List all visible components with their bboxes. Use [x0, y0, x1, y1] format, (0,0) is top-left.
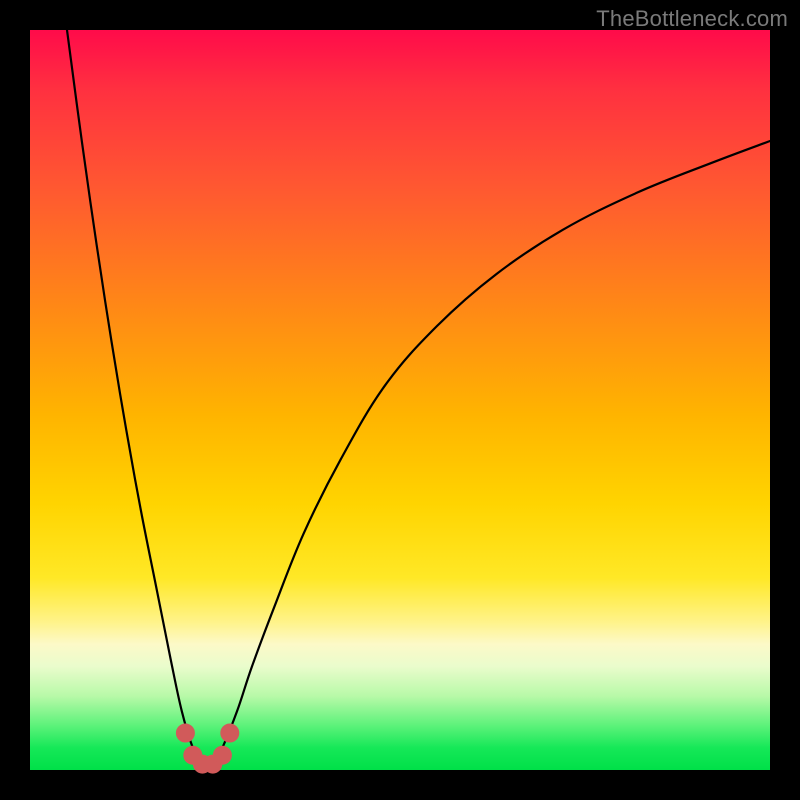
curve-right-branch — [213, 141, 770, 766]
valley-marker — [176, 724, 194, 742]
valley-marker — [221, 724, 239, 742]
watermark-text: TheBottleneck.com — [596, 6, 788, 32]
valley-marker — [213, 746, 231, 764]
chart-area — [30, 30, 770, 770]
valley-marker-group — [176, 724, 238, 773]
chart-svg — [30, 30, 770, 770]
curve-left-branch — [67, 30, 202, 766]
